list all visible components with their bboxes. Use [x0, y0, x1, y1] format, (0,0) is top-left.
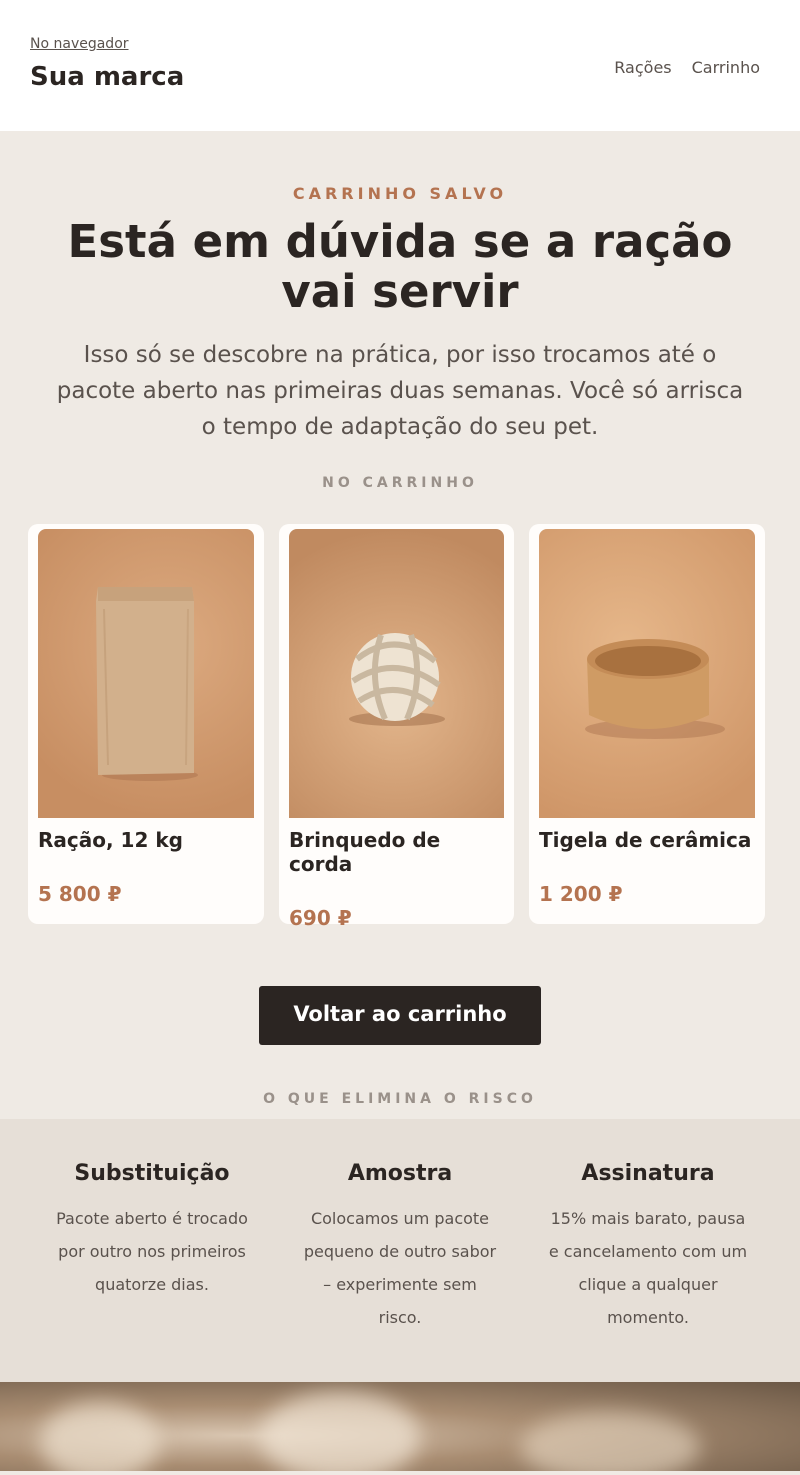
eyebrow: CARRINHO SALVO [292, 184, 508, 203]
hero: CARRINHO SALVO Está em dúvida se a ração… [0, 131, 800, 491]
product-card[interactable]: Brinquedo de corda 690 ₽ [279, 524, 514, 930]
benefit-text: Pacote aberto é trocado por outro nos pr… [56, 1209, 248, 1294]
product-list: Ração, 12 kg 5 800 ₽ Brinquedo de corda … [0, 524, 800, 930]
menu-item-racoes[interactable]: Rações [614, 58, 671, 77]
kraft-bag-image[interactable] [38, 529, 254, 818]
footer-photo [0, 1382, 800, 1471]
kraft-bag-icon [96, 587, 198, 781]
product-price: 5 800 ₽ [38, 882, 122, 906]
cta-wrapper: Voltar ao carrinho [0, 986, 800, 1045]
top-menu: Rações Carrinho [614, 58, 760, 77]
benefit-text: Colocamos um pacote pequeno de outro sab… [303, 1209, 497, 1327]
benefit-amostra: Amostra Colocamos um pacote pequeno de o… [276, 1119, 524, 1382]
product-name[interactable]: Ração, 12 kg [38, 828, 254, 852]
menu-item-carrinho[interactable]: Carrinho [692, 58, 760, 77]
cart-section-label: NO CARRINHO [322, 475, 478, 491]
product-card[interactable]: Ração, 12 kg 5 800 ₽ [28, 524, 264, 924]
product-price: 690 ₽ [289, 906, 352, 930]
benefit-assinatura: Assinatura 15% mais barato, pausa e canc… [524, 1119, 772, 1382]
benefit-title: Assinatura [581, 1161, 715, 1186]
product-name[interactable]: Brinquedo de corda [289, 828, 504, 876]
brand-logo[interactable]: Sua marca [30, 62, 184, 92]
product-card[interactable]: Tigela de cerâmica 1 200 ₽ [529, 524, 765, 924]
benefit-title: Substituição [74, 1161, 230, 1186]
rope-toy-image[interactable] [289, 529, 504, 818]
rope-ball-icon [349, 633, 445, 726]
ceramic-bowl-image[interactable] [539, 529, 755, 818]
risk-section-label: O QUE ELIMINA O RISCO [263, 1091, 537, 1107]
benefit-text: 15% mais barato, pausa e cancelamento co… [548, 1209, 748, 1327]
benefit-title: Amostra [347, 1161, 453, 1186]
product-name[interactable]: Tigela de cerâmica [539, 828, 755, 852]
page-title: Está em dúvida se a ração vai servir [67, 215, 733, 318]
view-in-browser-link[interactable]: No navegador [30, 36, 129, 52]
header: No navegador Sua marca Rações Carrinho [0, 0, 800, 131]
lead-text: Isso só se descobre na prática, por isso… [56, 342, 744, 440]
back-to-cart-button[interactable]: Voltar ao carrinho [259, 986, 541, 1045]
bowl-icon [585, 639, 725, 739]
product-price: 1 200 ₽ [539, 882, 623, 906]
benefit-substituicao: Substituição Pacote aberto é trocado por… [28, 1119, 276, 1382]
benefits-band: Substituição Pacote aberto é trocado por… [0, 1119, 800, 1382]
